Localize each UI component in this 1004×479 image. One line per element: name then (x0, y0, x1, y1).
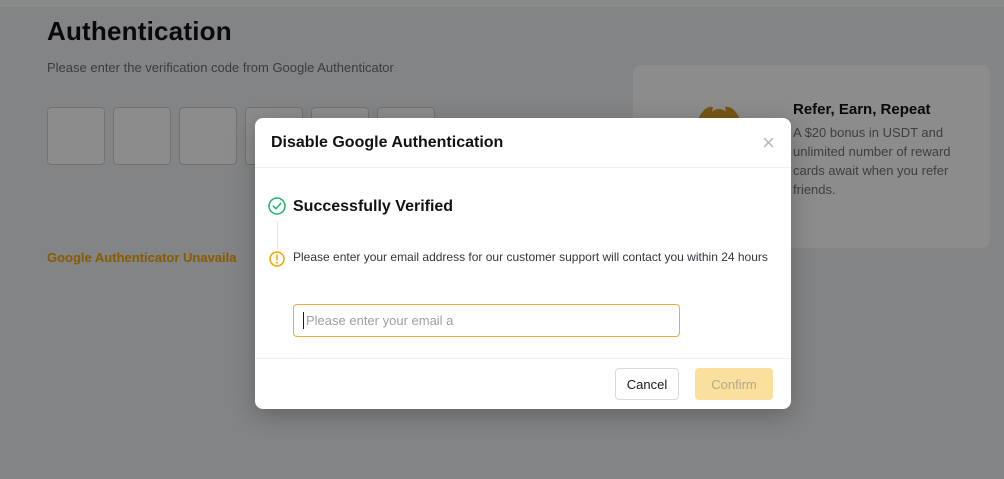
email-instruction-text: Please enter your email address for our … (293, 249, 782, 266)
modal-header: Disable Google Authentication × (255, 118, 791, 168)
close-icon[interactable]: × (762, 132, 775, 154)
email-input[interactable] (293, 304, 680, 337)
step-connector-line (277, 222, 278, 249)
success-status-text: Successfully Verified (293, 198, 453, 216)
modal-footer: Cancel Confirm (255, 358, 791, 409)
disable-google-auth-modal: Disable Google Authentication × Successf… (255, 118, 791, 409)
cancel-button[interactable]: Cancel (615, 368, 679, 400)
account-security-page: Authentication Please enter the verifica… (0, 0, 1004, 479)
modal-title: Disable Google Authentication (271, 134, 503, 152)
confirm-button[interactable]: Confirm (695, 368, 773, 400)
text-cursor (303, 312, 304, 329)
success-check-icon (268, 197, 286, 215)
email-field-wrapper (293, 304, 680, 337)
warning-icon (269, 251, 285, 267)
